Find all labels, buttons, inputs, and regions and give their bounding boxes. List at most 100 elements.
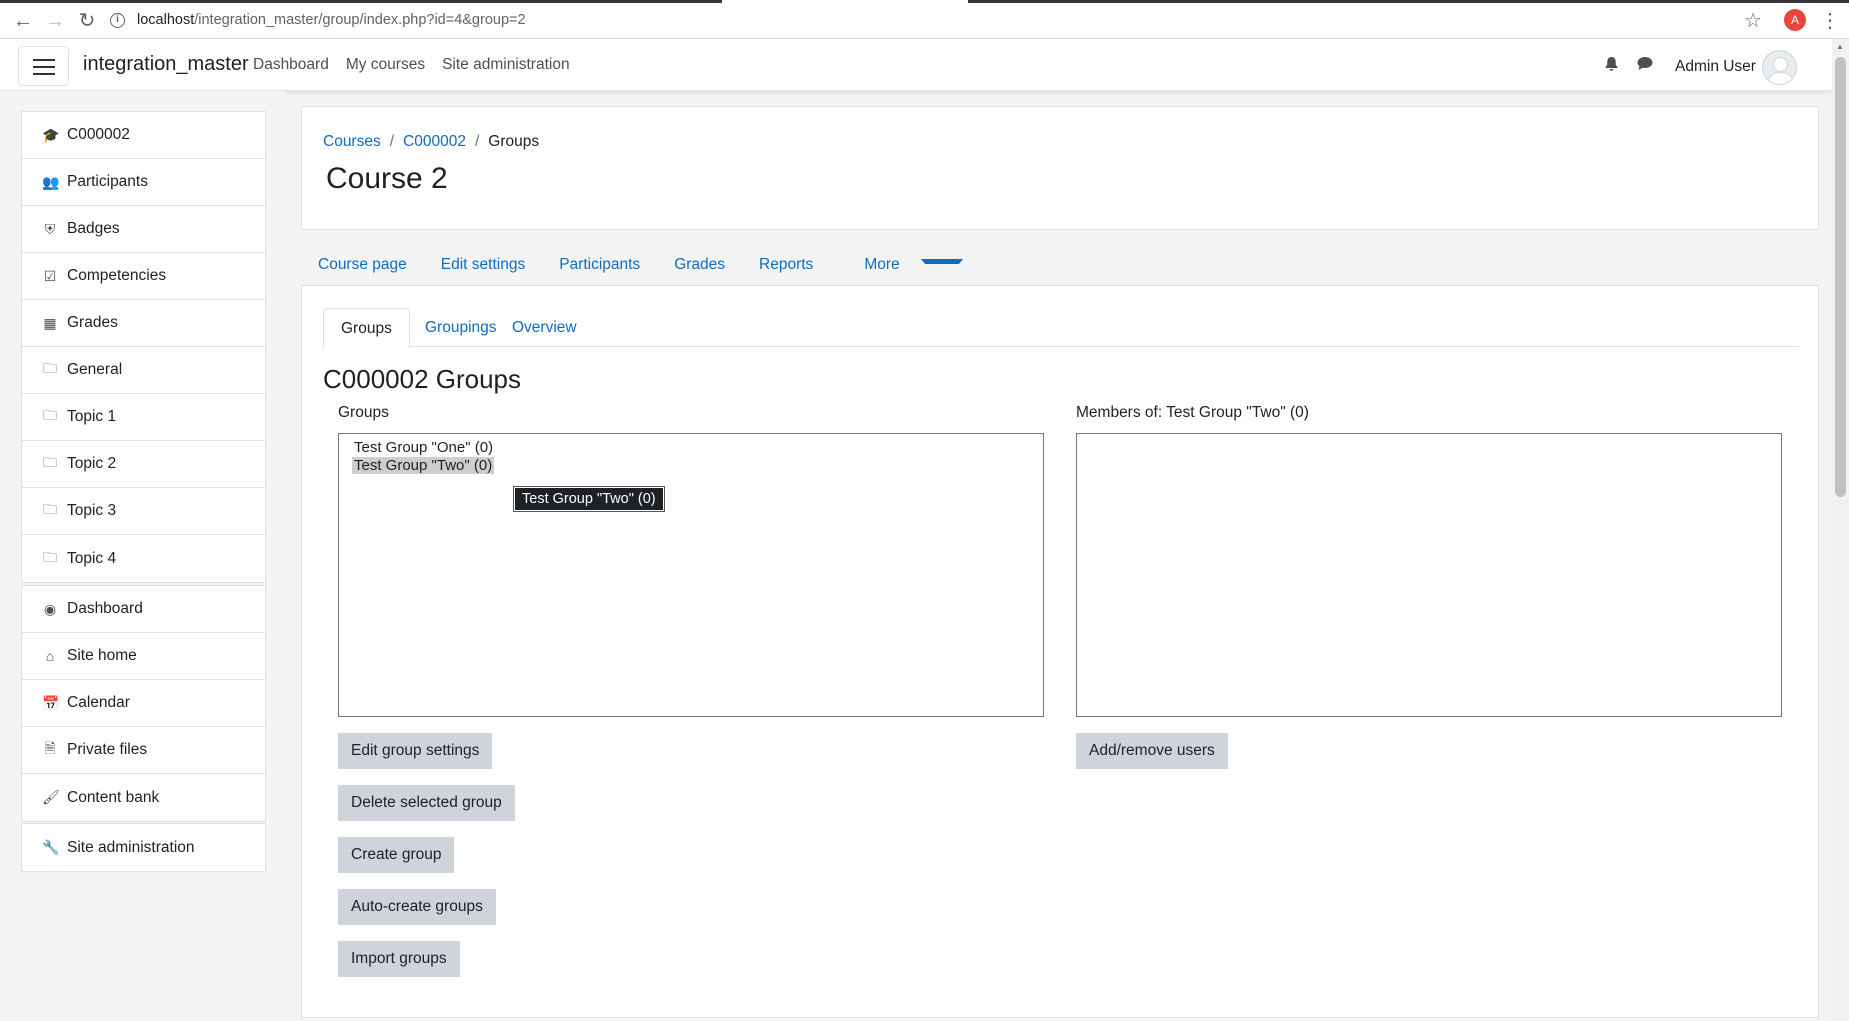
group-option-one[interactable]: Test Group "One" (0) [352,439,495,456]
drawer-item-course[interactable]: 🎓 C000002 [22,112,265,159]
create-group-button[interactable]: Create group [338,837,455,873]
scrollbar-thumb[interactable] [1835,57,1846,497]
secnav-edit-settings[interactable]: Edit settings [424,250,542,274]
drawer-item-content-bank[interactable]: 🖌 Content bank [22,774,265,821]
back-icon[interactable]: ← [10,8,36,34]
users-icon: 👥 [42,173,60,190]
tachometer-icon: ◉ [43,600,57,617]
site-info-icon[interactable]: i [110,12,125,28]
drawer-item-grades[interactable]: ▦ Grades [22,300,265,347]
drawer-item-site-administration[interactable]: 🔧 Site administration [22,824,265,871]
breadcrumb-separator: / [389,133,395,150]
drawer-item-competencies[interactable]: ☑ Competencies [22,253,265,300]
drawer-item-general[interactable]: 🗀 General [22,347,265,394]
secnav-reports[interactable]: Reports [742,250,830,274]
breadcrumb-separator: / [474,133,480,150]
group-option-two[interactable]: Test Group "Two" (0) [352,457,495,474]
forward-icon[interactable]: → [42,8,68,34]
nav-site-administration[interactable]: Site administration [442,56,570,74]
home-icon: ⌂ [45,648,55,664]
drawer-site-group: ◉ Dashboard ⌂ Site home 📅 Calendar 🗎 Private… [21,585,266,822]
secnav-course-page[interactable]: Course page [301,250,424,274]
secnav-grades[interactable]: Grades [657,250,742,274]
drawer-item-label: Private files [67,741,148,758]
drawer-item-label: Participants [67,173,148,190]
add-remove-users-button[interactable]: Add/remove users [1076,733,1228,769]
wrench-icon: 🔧 [42,839,60,855]
folder-icon: 🗀 [43,454,57,470]
primary-nav: Dashboard My courses Site administration [253,56,570,74]
address-bar[interactable]: i localhost/integration_master/group/ind… [110,4,1750,36]
drawer-item-calendar[interactable]: 📅 Calendar [22,680,265,727]
drawer-item-label: Competencies [67,267,167,284]
drawer-item-participants[interactable]: 👥 Participants [22,159,265,206]
check-square-icon: ☑ [43,267,57,284]
drawer-item-topic-1[interactable]: 🗀 Topic 1 [22,394,265,441]
page-title: Course 2 [326,162,448,195]
url-path: /integration_master/group/index.php?id=4… [194,12,526,28]
drawer-item-label: Site home [67,647,137,664]
drawer-item-topic-3[interactable]: 🗀 Topic 3 [22,488,265,535]
secondary-nav: Course page Edit settings Participants G… [301,250,980,274]
page-scrollbar[interactable]: ▲ [1832,39,1849,1021]
folder-icon: 🗀 [43,548,57,565]
drawer-item-label: Site administration [67,838,195,856]
breadcrumb-courses[interactable]: Courses [323,133,381,151]
drawer-item-dashboard[interactable]: ◉ Dashboard [22,586,265,633]
nav-my-courses[interactable]: My courses [346,56,425,74]
secnav-more[interactable]: More [830,250,979,274]
breadcrumb: Courses / C000002 / Groups [323,133,539,151]
table-icon: ▦ [43,314,57,331]
drawer-admin-group: 🔧 Site administration [21,823,266,872]
nav-drawer: 🎓 C000002 👥 Participants ⛨ Badges ☑ Competen… [0,91,286,1021]
drawer-item-label: Content bank [67,788,160,806]
notifications-bell-icon[interactable] [1604,56,1619,77]
drawer-item-label: General [67,361,123,378]
user-menu-name[interactable]: Admin User [1675,58,1756,76]
drawer-item-private-files[interactable]: 🗎 Private files [22,727,265,774]
drawer-item-site-home[interactable]: ⌂ Site home [22,633,265,680]
drawer-item-topic-2[interactable]: 🗀 Topic 2 [22,441,265,488]
folder-icon: 🗀 [43,407,57,423]
graduation-cap-icon: 🎓 [42,126,60,143]
browser-toolbar: ← → ↻ i localhost/integration_master/gro… [0,0,1849,39]
secnav-participants[interactable]: Participants [542,250,657,274]
import-groups-button[interactable]: Import groups [338,941,460,977]
calendar-icon: 📅 [42,694,60,711]
edit-group-settings-button[interactable]: Edit group settings [338,733,493,769]
members-label: Members of: Test Group "Two" (0) [1076,404,1309,421]
drawer-item-label: Calendar [67,694,130,711]
user-avatar[interactable] [1762,50,1797,85]
drawer-item-topic-4[interactable]: 🗀 Topic 4 [22,535,265,582]
drawer-item-label: C000002 [67,126,130,143]
delete-selected-group-button[interactable]: Delete selected group [338,785,515,821]
members-select[interactable] [1076,433,1782,717]
drawer-item-label: Topic 4 [67,549,117,567]
reload-icon[interactable]: ↻ [74,8,100,34]
tab-strip [0,0,1849,3]
messages-chat-icon[interactable] [1637,56,1653,76]
bookmark-star-icon[interactable]: ☆ [1744,8,1762,33]
drawer-item-label: Grades [67,314,118,331]
profile-avatar[interactable]: A [1784,9,1806,31]
breadcrumb-current: Groups [488,133,540,150]
drawer-item-label: Topic 3 [67,502,117,519]
drawer-item-badges[interactable]: ⛨ Badges [22,206,265,253]
tab-groups[interactable]: Groups [323,308,410,348]
page-heading: C000002 Groups [323,364,522,394]
tab-overview[interactable]: Overview [495,308,594,348]
drawer-toggle-button[interactable] [18,46,69,86]
site-brand[interactable]: integration_master [83,53,249,76]
groups-select[interactable]: Test Group "One" (0) Test Group "Two" (0… [338,433,1044,717]
file-icon: 🗎 [44,740,56,756]
main-content: Groups Groupings Overview C000002 Groups… [301,285,1819,1018]
page-header: Courses / C000002 / Groups Course 2 [301,106,1819,230]
url-host: localhost [137,12,195,28]
browser-menu-icon[interactable]: ⋮ [1820,8,1840,33]
auto-create-groups-button[interactable]: Auto-create groups [338,889,496,925]
paint-brush-icon: 🖌 [42,789,60,805]
breadcrumb-course[interactable]: C000002 [403,133,466,151]
caret-down-icon [920,259,963,270]
group-tabs: Groups Groupings Overview [323,308,1799,348]
nav-dashboard[interactable]: Dashboard [253,56,329,74]
